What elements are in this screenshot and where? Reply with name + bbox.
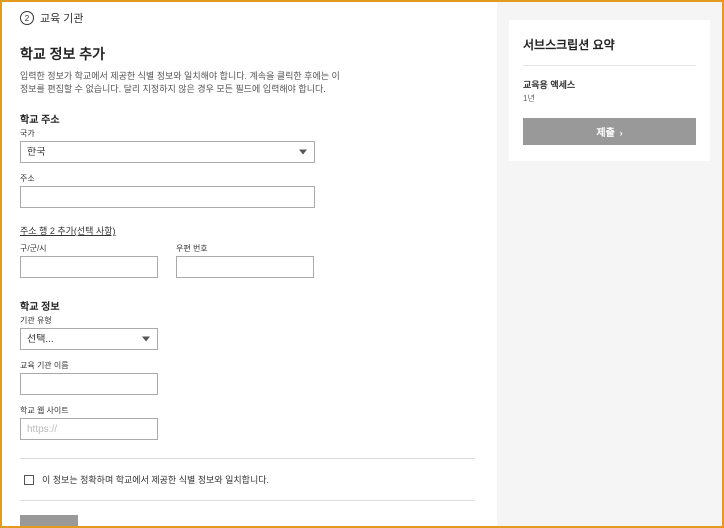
confirm-text: 이 정보는 정확하며 학교에서 제공한 식별 정보와 일치합니다. xyxy=(42,473,269,486)
postal-label: 우편 번호 xyxy=(176,243,314,254)
summary-access-label: 교육용 액세스 xyxy=(523,78,696,91)
address-heading: 학교 주소 xyxy=(20,111,475,126)
postal-input[interactable] xyxy=(176,256,314,278)
continue-button[interactable]: 계속 xyxy=(20,515,78,526)
chevron-right-icon: › xyxy=(620,128,623,138)
add-address-line2-link[interactable]: 주소 행 2 추가(선택 사항) xyxy=(20,224,116,237)
summary-sidebar: 서브스크립션 요약 교육용 액세스 1년 제출 › xyxy=(497,2,722,526)
confirm-checkbox[interactable] xyxy=(24,475,34,485)
institution-name-label: 교육 기관 이름 xyxy=(20,360,475,371)
step-number-circle: 2 xyxy=(20,11,34,25)
website-input[interactable] xyxy=(20,418,158,440)
summary-duration: 1년 xyxy=(523,93,696,104)
country-select[interactable]: 한국 xyxy=(20,141,315,163)
school-info-heading: 학교 정보 xyxy=(20,298,475,313)
address-label: 주소 xyxy=(20,173,475,184)
submit-label: 제출 xyxy=(596,128,614,139)
address-input[interactable] xyxy=(20,186,315,208)
summary-title: 서브스크립션 요약 xyxy=(523,36,696,66)
form-description: 입력한 정보가 학교에서 제공한 식별 정보와 일치해야 합니다. 계속을 클릭… xyxy=(20,70,340,95)
city-input[interactable] xyxy=(20,256,158,278)
submit-button[interactable]: 제출 › xyxy=(523,118,696,145)
main-form-area: 2 교육 기관 학교 정보 추가 입력한 정보가 학교에서 제공한 식별 정보와… xyxy=(2,2,497,526)
form-title: 학교 정보 추가 xyxy=(20,44,475,64)
website-label: 학교 웹 사이트 xyxy=(20,405,475,416)
institution-name-input[interactable] xyxy=(20,373,158,395)
confirm-row: 이 정보는 정확하며 학교에서 제공한 식별 정보와 일치합니다. xyxy=(20,458,475,501)
step-title: 교육 기관 xyxy=(40,10,84,26)
city-label: 구/군/시 xyxy=(20,243,158,254)
summary-card: 서브스크립션 요약 교육용 액세스 1년 제출 › xyxy=(509,20,710,161)
country-label: 국가 xyxy=(20,128,475,139)
type-label: 기관 유형 xyxy=(20,315,475,326)
institution-type-select[interactable]: 선택... xyxy=(20,328,158,350)
step-header: 2 교육 기관 xyxy=(20,10,475,26)
